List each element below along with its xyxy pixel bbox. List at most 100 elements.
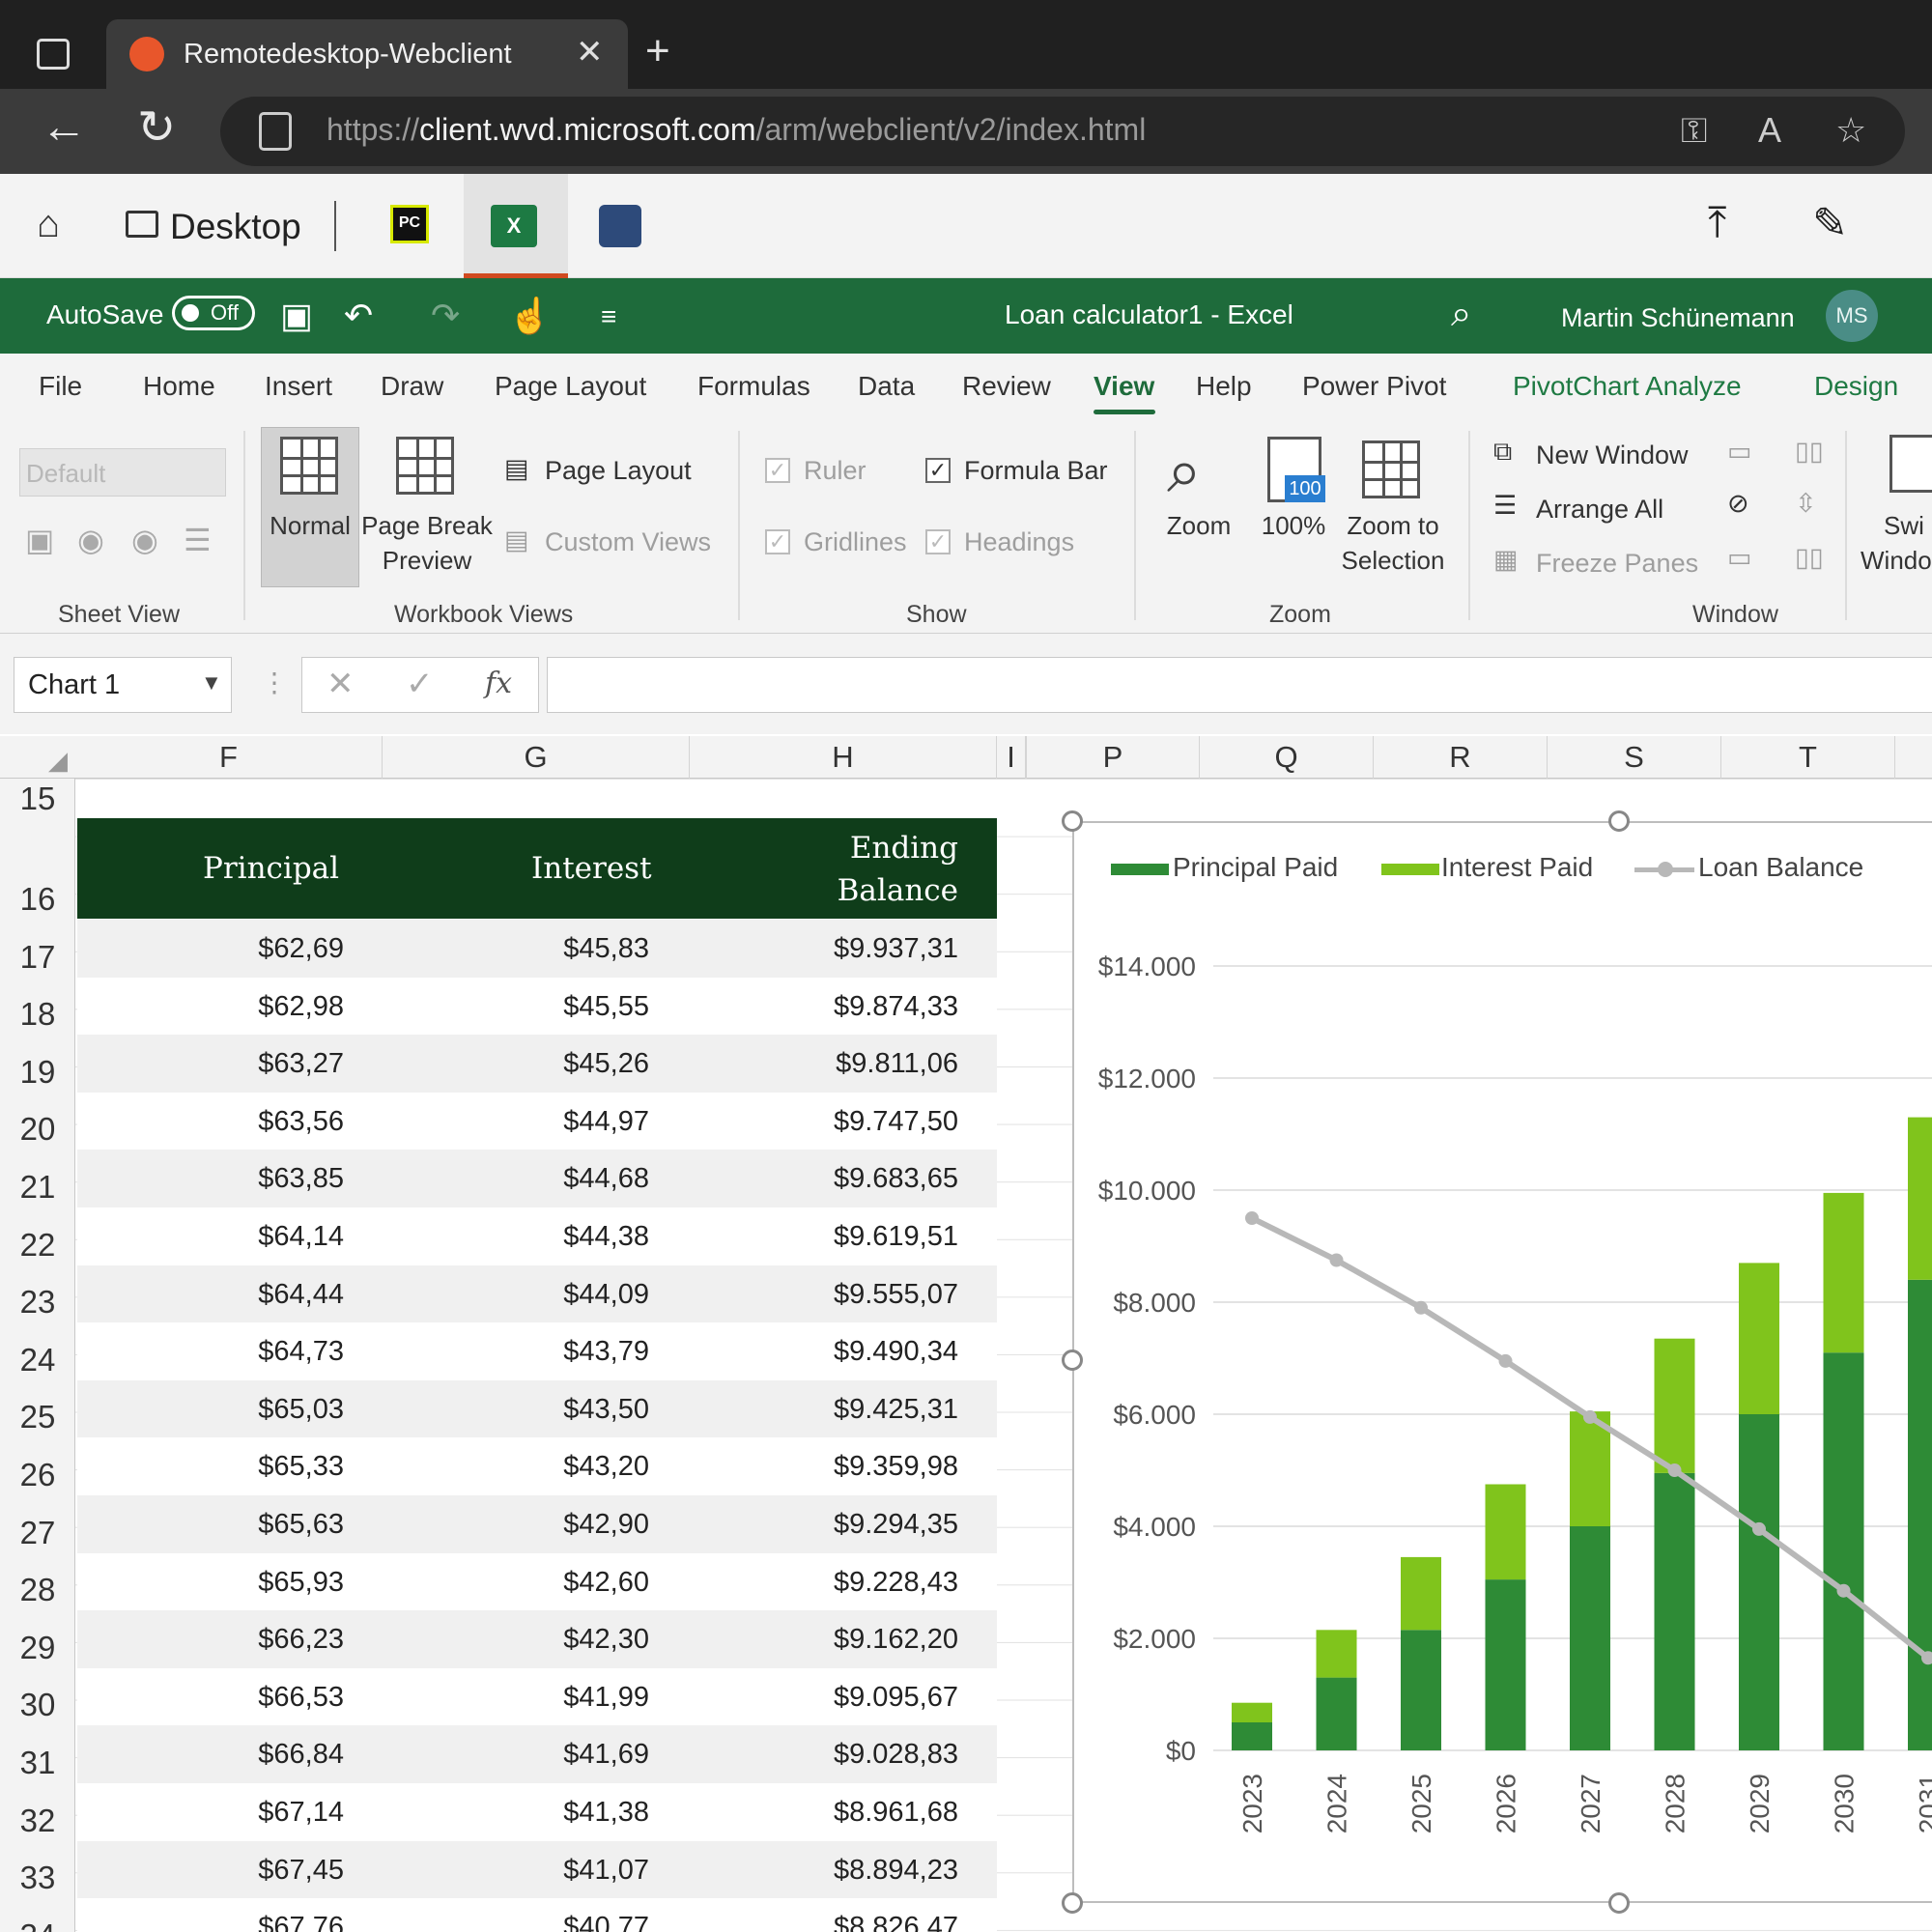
url-text[interactable]: https://client.wvd.microsoft.com/arm/web…: [327, 112, 1146, 148]
row-header[interactable]: 24: [0, 1322, 75, 1380]
redo-icon[interactable]: ↷: [431, 296, 460, 336]
tab-draw[interactable]: Draw: [381, 371, 443, 402]
cell-interest[interactable]: $43,50: [563, 1394, 649, 1426]
tab-close-icon[interactable]: ✕: [576, 33, 604, 71]
home-icon[interactable]: ⌂: [37, 203, 60, 246]
cell-ending-balance[interactable]: $9.683,65: [834, 1163, 958, 1195]
select-all-icon[interactable]: ◢: [48, 746, 68, 776]
cell-ending-balance[interactable]: $9.359,98: [834, 1451, 958, 1483]
formula-bar-grip-icon[interactable]: ⋮: [261, 667, 288, 698]
cell-interest[interactable]: $44,68: [563, 1163, 649, 1195]
cell-interest[interactable]: $41,99: [563, 1682, 649, 1714]
lock-icon[interactable]: [259, 112, 292, 151]
row-header[interactable]: 30: [0, 1668, 75, 1726]
cell-principal[interactable]: $67,14: [258, 1797, 344, 1829]
cell-ending-balance[interactable]: $9.555,07: [834, 1279, 958, 1311]
cell-ending-balance[interactable]: $9.747,50: [834, 1106, 958, 1138]
cell-interest[interactable]: $45,83: [563, 933, 649, 965]
row-header[interactable]: 15: [0, 779, 75, 819]
cell-interest[interactable]: $45,55: [563, 991, 649, 1023]
new-window-button[interactable]: New Window: [1536, 440, 1689, 470]
upload-icon[interactable]: ⤒: [1708, 199, 1726, 247]
tab-page-layout[interactable]: Page Layout: [495, 371, 646, 402]
cell-principal[interactable]: $62,69: [258, 933, 344, 965]
page-break-preview-label-2[interactable]: Preview: [359, 543, 495, 578]
cell-ending-balance[interactable]: $8.961,68: [834, 1797, 958, 1829]
zoom-button[interactable]: Zoom: [1155, 508, 1242, 543]
cell-ending-balance[interactable]: $9.294,35: [834, 1509, 958, 1541]
remote-app-icon[interactable]: [599, 205, 641, 247]
cell-interest[interactable]: $41,38: [563, 1797, 649, 1829]
column-header-s[interactable]: S: [1548, 736, 1721, 779]
cell-interest[interactable]: $40,77: [563, 1912, 649, 1932]
read-aloud-icon[interactable]: A: [1758, 110, 1781, 151]
row-header[interactable]: 16: [0, 819, 75, 920]
cell-principal[interactable]: $64,14: [258, 1221, 344, 1253]
tab-actions-icon[interactable]: [37, 39, 70, 70]
tab-help[interactable]: Help: [1196, 371, 1252, 402]
new-window-icon[interactable]: ⧉: [1493, 437, 1512, 468]
row-header[interactable]: 32: [0, 1783, 75, 1841]
row-header[interactable]: 22: [0, 1208, 75, 1265]
cell-principal[interactable]: $66,23: [258, 1624, 344, 1656]
tab-pivotchart-analyze[interactable]: PivotChart Analyze: [1513, 371, 1742, 402]
cell-principal[interactable]: $64,44: [258, 1279, 344, 1311]
cell-ending-balance[interactable]: $9.228,43: [834, 1567, 958, 1599]
zoom-magnifier-icon[interactable]: ⌕: [1167, 435, 1202, 507]
cell-ending-balance[interactable]: $9.095,67: [834, 1682, 958, 1714]
row-header[interactable]: 33: [0, 1841, 75, 1899]
cell-principal[interactable]: $67,45: [258, 1855, 344, 1887]
desktop-icon[interactable]: [126, 211, 158, 238]
page-break-preview-icon[interactable]: [396, 437, 454, 495]
formula-bar-checkbox[interactable]: ✓: [925, 458, 951, 483]
cell-principal[interactable]: $63,85: [258, 1163, 344, 1195]
tab-power-pivot[interactable]: Power Pivot: [1302, 371, 1446, 402]
column-header-q[interactable]: Q: [1200, 736, 1374, 779]
cell-ending-balance[interactable]: $9.490,34: [834, 1336, 958, 1368]
tab-data[interactable]: Data: [858, 371, 915, 402]
zoom-to-selection-label-2[interactable]: Selection: [1335, 543, 1451, 578]
row-header[interactable]: 26: [0, 1437, 75, 1495]
tab-file[interactable]: File: [39, 371, 82, 402]
cell-principal[interactable]: $65,63: [258, 1509, 344, 1541]
zoom-to-selection-label[interactable]: Zoom to: [1335, 508, 1451, 543]
tab-formulas[interactable]: Formulas: [697, 371, 810, 402]
row-header[interactable]: 34: [0, 1898, 75, 1932]
cell-interest[interactable]: $43,79: [563, 1336, 649, 1368]
cell-principal[interactable]: $65,93: [258, 1567, 344, 1599]
row-header[interactable]: 28: [0, 1553, 75, 1611]
cell-interest[interactable]: $42,30: [563, 1624, 649, 1656]
chart-plot[interactable]: $0 $2.000 $4.000 $6.000 $8.000 $10.000 $12.000…: [1072, 821, 1932, 1932]
cell-ending-balance[interactable]: $9.162,20: [834, 1624, 958, 1656]
page-layout-icon[interactable]: ▤: [504, 454, 529, 484]
column-header-r[interactable]: R: [1374, 736, 1548, 779]
back-arrow-icon[interactable]: ←: [41, 100, 87, 154]
cell-interest[interactable]: $42,60: [563, 1567, 649, 1599]
search-icon[interactable]: ⌕: [1451, 294, 1471, 335]
page-layout-view-button[interactable]: Page Layout: [545, 456, 692, 486]
tab-view[interactable]: View: [1094, 371, 1154, 402]
reload-icon[interactable]: ↻: [137, 100, 176, 155]
column-header-p[interactable]: P: [1026, 736, 1200, 779]
tab-review[interactable]: Review: [962, 371, 1051, 402]
column-header-t[interactable]: T: [1721, 736, 1895, 779]
cell-interest[interactable]: $44,09: [563, 1279, 649, 1311]
cell-ending-balance[interactable]: $8.894,23: [834, 1855, 958, 1887]
new-tab-icon[interactable]: +: [645, 27, 670, 75]
cell-ending-balance[interactable]: $9.028,83: [834, 1739, 958, 1771]
row-header[interactable]: 23: [0, 1265, 75, 1323]
cell-principal[interactable]: $63,56: [258, 1106, 344, 1138]
zoom-100-button[interactable]: 100%: [1250, 508, 1337, 543]
cell-ending-balance[interactable]: $9.425,31: [834, 1394, 958, 1426]
cell-ending-balance[interactable]: $9.619,51: [834, 1221, 958, 1253]
user-name[interactable]: Martin Schünemann: [1561, 303, 1795, 333]
save-icon[interactable]: ▣: [280, 296, 313, 336]
customize-qat-icon[interactable]: ≡: [601, 301, 616, 332]
cell-interest[interactable]: $45,26: [563, 1048, 649, 1080]
name-box-dropdown-icon[interactable]: ▼: [201, 670, 222, 696]
row-header[interactable]: 25: [0, 1380, 75, 1438]
cell-ending-balance[interactable]: $9.811,06: [836, 1048, 958, 1080]
column-header-f[interactable]: F: [75, 736, 383, 779]
row-header[interactable]: 20: [0, 1093, 75, 1151]
keep-view-icon[interactable]: ▣: [25, 522, 54, 558]
